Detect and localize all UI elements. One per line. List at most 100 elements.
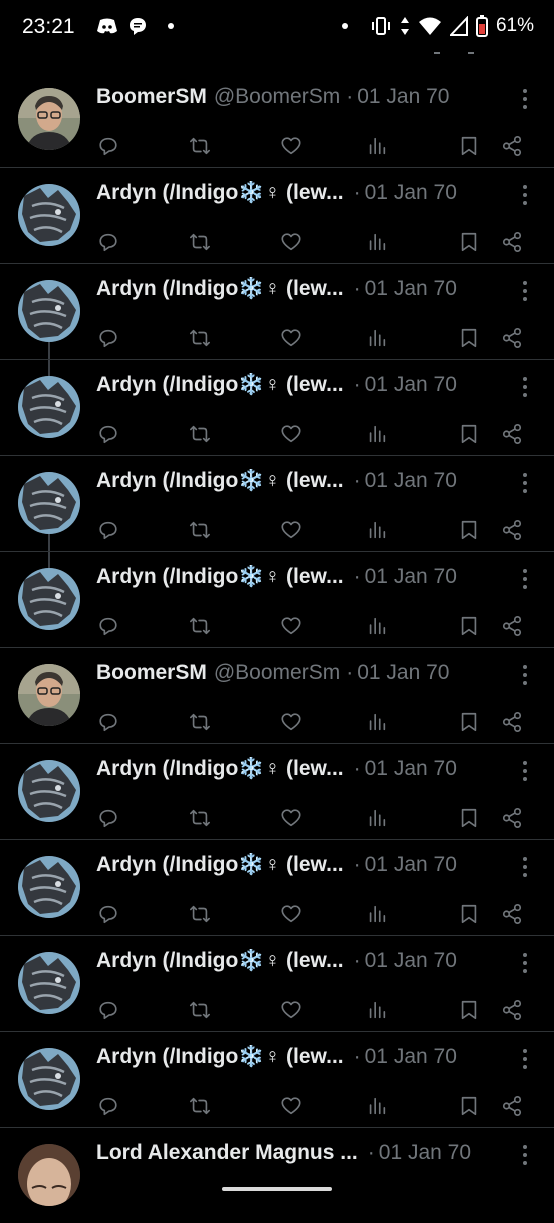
views-icon[interactable] [365, 998, 389, 1022]
avatar[interactable] [18, 952, 80, 1014]
display-name[interactable]: Ardyn (/Indigo❄️♀ (lew... [96, 373, 344, 397]
tweet-row[interactable]: Ardyn (/Indigo❄️♀ (lew... · 01 Jan 70 [0, 455, 554, 551]
bookmark-icon[interactable] [457, 422, 481, 446]
bookmark-icon[interactable] [457, 1094, 481, 1118]
more-options-icon[interactable] [520, 376, 530, 398]
views-icon[interactable] [365, 422, 389, 446]
reply-icon[interactable] [96, 806, 120, 830]
reply-icon[interactable] [96, 614, 120, 638]
bookmark-icon[interactable] [457, 902, 481, 926]
more-options-icon[interactable] [520, 952, 530, 974]
views-icon[interactable] [365, 1094, 389, 1118]
tweet-row[interactable]: Ardyn (/Indigo❄️♀ (lew... · 01 Jan 70 [0, 167, 554, 263]
tweet-row[interactable]: Ardyn (/Indigo❄️♀ (lew... · 01 Jan 70 [0, 1031, 554, 1127]
bookmark-icon[interactable] [457, 326, 481, 350]
display-name[interactable]: Ardyn (/Indigo❄️♀ (lew... [96, 949, 344, 973]
avatar[interactable] [18, 472, 80, 534]
tweet-row[interactable]: BoomerSM @BoomerSm · 01 Jan 70 [0, 647, 554, 743]
retweet-icon[interactable] [188, 806, 212, 830]
display-name[interactable]: Ardyn (/Indigo❄️♀ (lew... [96, 1045, 344, 1069]
like-icon[interactable] [279, 422, 303, 446]
like-icon[interactable] [279, 134, 303, 158]
more-options-icon[interactable] [520, 856, 530, 878]
share-icon[interactable] [500, 230, 524, 254]
reply-icon[interactable] [96, 902, 120, 926]
avatar[interactable] [18, 760, 80, 822]
more-options-icon[interactable] [520, 760, 530, 782]
more-options-icon[interactable] [520, 1048, 530, 1070]
tweet-row[interactable]: BoomerSM @BoomerSm · 01 Jan 70 [0, 72, 554, 167]
reply-icon[interactable] [96, 134, 120, 158]
more-options-icon[interactable] [520, 280, 530, 302]
retweet-icon[interactable] [188, 230, 212, 254]
display-name[interactable]: Ardyn (/Indigo❄️♀ (lew... [96, 757, 344, 781]
retweet-icon[interactable] [188, 326, 212, 350]
reply-icon[interactable] [96, 1094, 120, 1118]
display-name[interactable]: BoomerSM [96, 85, 207, 109]
reply-icon[interactable] [96, 710, 120, 734]
reply-icon[interactable] [96, 326, 120, 350]
retweet-icon[interactable] [188, 998, 212, 1022]
avatar[interactable] [18, 1048, 80, 1110]
avatar[interactable] [18, 1144, 80, 1206]
more-options-icon[interactable] [520, 568, 530, 590]
display-name[interactable]: Ardyn (/Indigo❄️♀ (lew... [96, 565, 344, 589]
bookmark-icon[interactable] [457, 134, 481, 158]
display-name[interactable]: Ardyn (/Indigo❄️♀ (lew... [96, 277, 344, 301]
bookmark-icon[interactable] [457, 710, 481, 734]
reply-icon[interactable] [96, 422, 120, 446]
retweet-icon[interactable] [188, 710, 212, 734]
bookmark-icon[interactable] [457, 230, 481, 254]
avatar[interactable] [18, 664, 80, 726]
tweet-row[interactable]: Lord Alexander Magnus ... · 01 Jan 70 [0, 1127, 554, 1223]
like-icon[interactable] [279, 806, 303, 830]
bookmark-icon[interactable] [457, 614, 481, 638]
more-options-icon[interactable] [520, 472, 530, 494]
more-options-icon[interactable] [520, 1144, 530, 1166]
reply-icon[interactable] [96, 998, 120, 1022]
share-icon[interactable] [500, 614, 524, 638]
share-icon[interactable] [500, 1094, 524, 1118]
like-icon[interactable] [279, 710, 303, 734]
like-icon[interactable] [279, 326, 303, 350]
share-icon[interactable] [500, 710, 524, 734]
display-name[interactable]: Ardyn (/Indigo❄️♀ (lew... [96, 853, 344, 877]
avatar[interactable] [18, 88, 80, 150]
reply-icon[interactable] [96, 230, 120, 254]
tweet-row[interactable]: Ardyn (/Indigo❄️♀ (lew... · 01 Jan 70 [0, 551, 554, 647]
share-icon[interactable] [500, 134, 524, 158]
like-icon[interactable] [279, 614, 303, 638]
timeline[interactable]: BoomerSM @BoomerSm · 01 Jan 70 Ardyn (/I… [0, 72, 554, 1223]
like-icon[interactable] [279, 518, 303, 542]
views-icon[interactable] [365, 614, 389, 638]
retweet-icon[interactable] [188, 902, 212, 926]
views-icon[interactable] [365, 326, 389, 350]
bookmark-icon[interactable] [457, 998, 481, 1022]
share-icon[interactable] [500, 422, 524, 446]
avatar[interactable] [18, 280, 80, 342]
more-options-icon[interactable] [520, 88, 530, 110]
tweet-row[interactable]: Ardyn (/Indigo❄️♀ (lew... · 01 Jan 70 [0, 839, 554, 935]
avatar[interactable] [18, 376, 80, 438]
reply-icon[interactable] [96, 518, 120, 542]
tweet-row[interactable]: Ardyn (/Indigo❄️♀ (lew... · 01 Jan 70 [0, 743, 554, 839]
like-icon[interactable] [279, 998, 303, 1022]
views-icon[interactable] [365, 518, 389, 542]
tweet-row[interactable]: Ardyn (/Indigo❄️♀ (lew... · 01 Jan 70 [0, 263, 554, 359]
share-icon[interactable] [500, 902, 524, 926]
retweet-icon[interactable] [188, 1094, 212, 1118]
share-icon[interactable] [500, 518, 524, 542]
views-icon[interactable] [365, 710, 389, 734]
more-options-icon[interactable] [520, 664, 530, 686]
views-icon[interactable] [365, 134, 389, 158]
avatar[interactable] [18, 568, 80, 630]
like-icon[interactable] [279, 230, 303, 254]
views-icon[interactable] [365, 902, 389, 926]
display-name[interactable]: BoomerSM [96, 661, 207, 685]
home-indicator[interactable] [222, 1187, 332, 1191]
bookmark-icon[interactable] [457, 806, 481, 830]
views-icon[interactable] [365, 230, 389, 254]
retweet-icon[interactable] [188, 134, 212, 158]
avatar[interactable] [18, 856, 80, 918]
retweet-icon[interactable] [188, 518, 212, 542]
